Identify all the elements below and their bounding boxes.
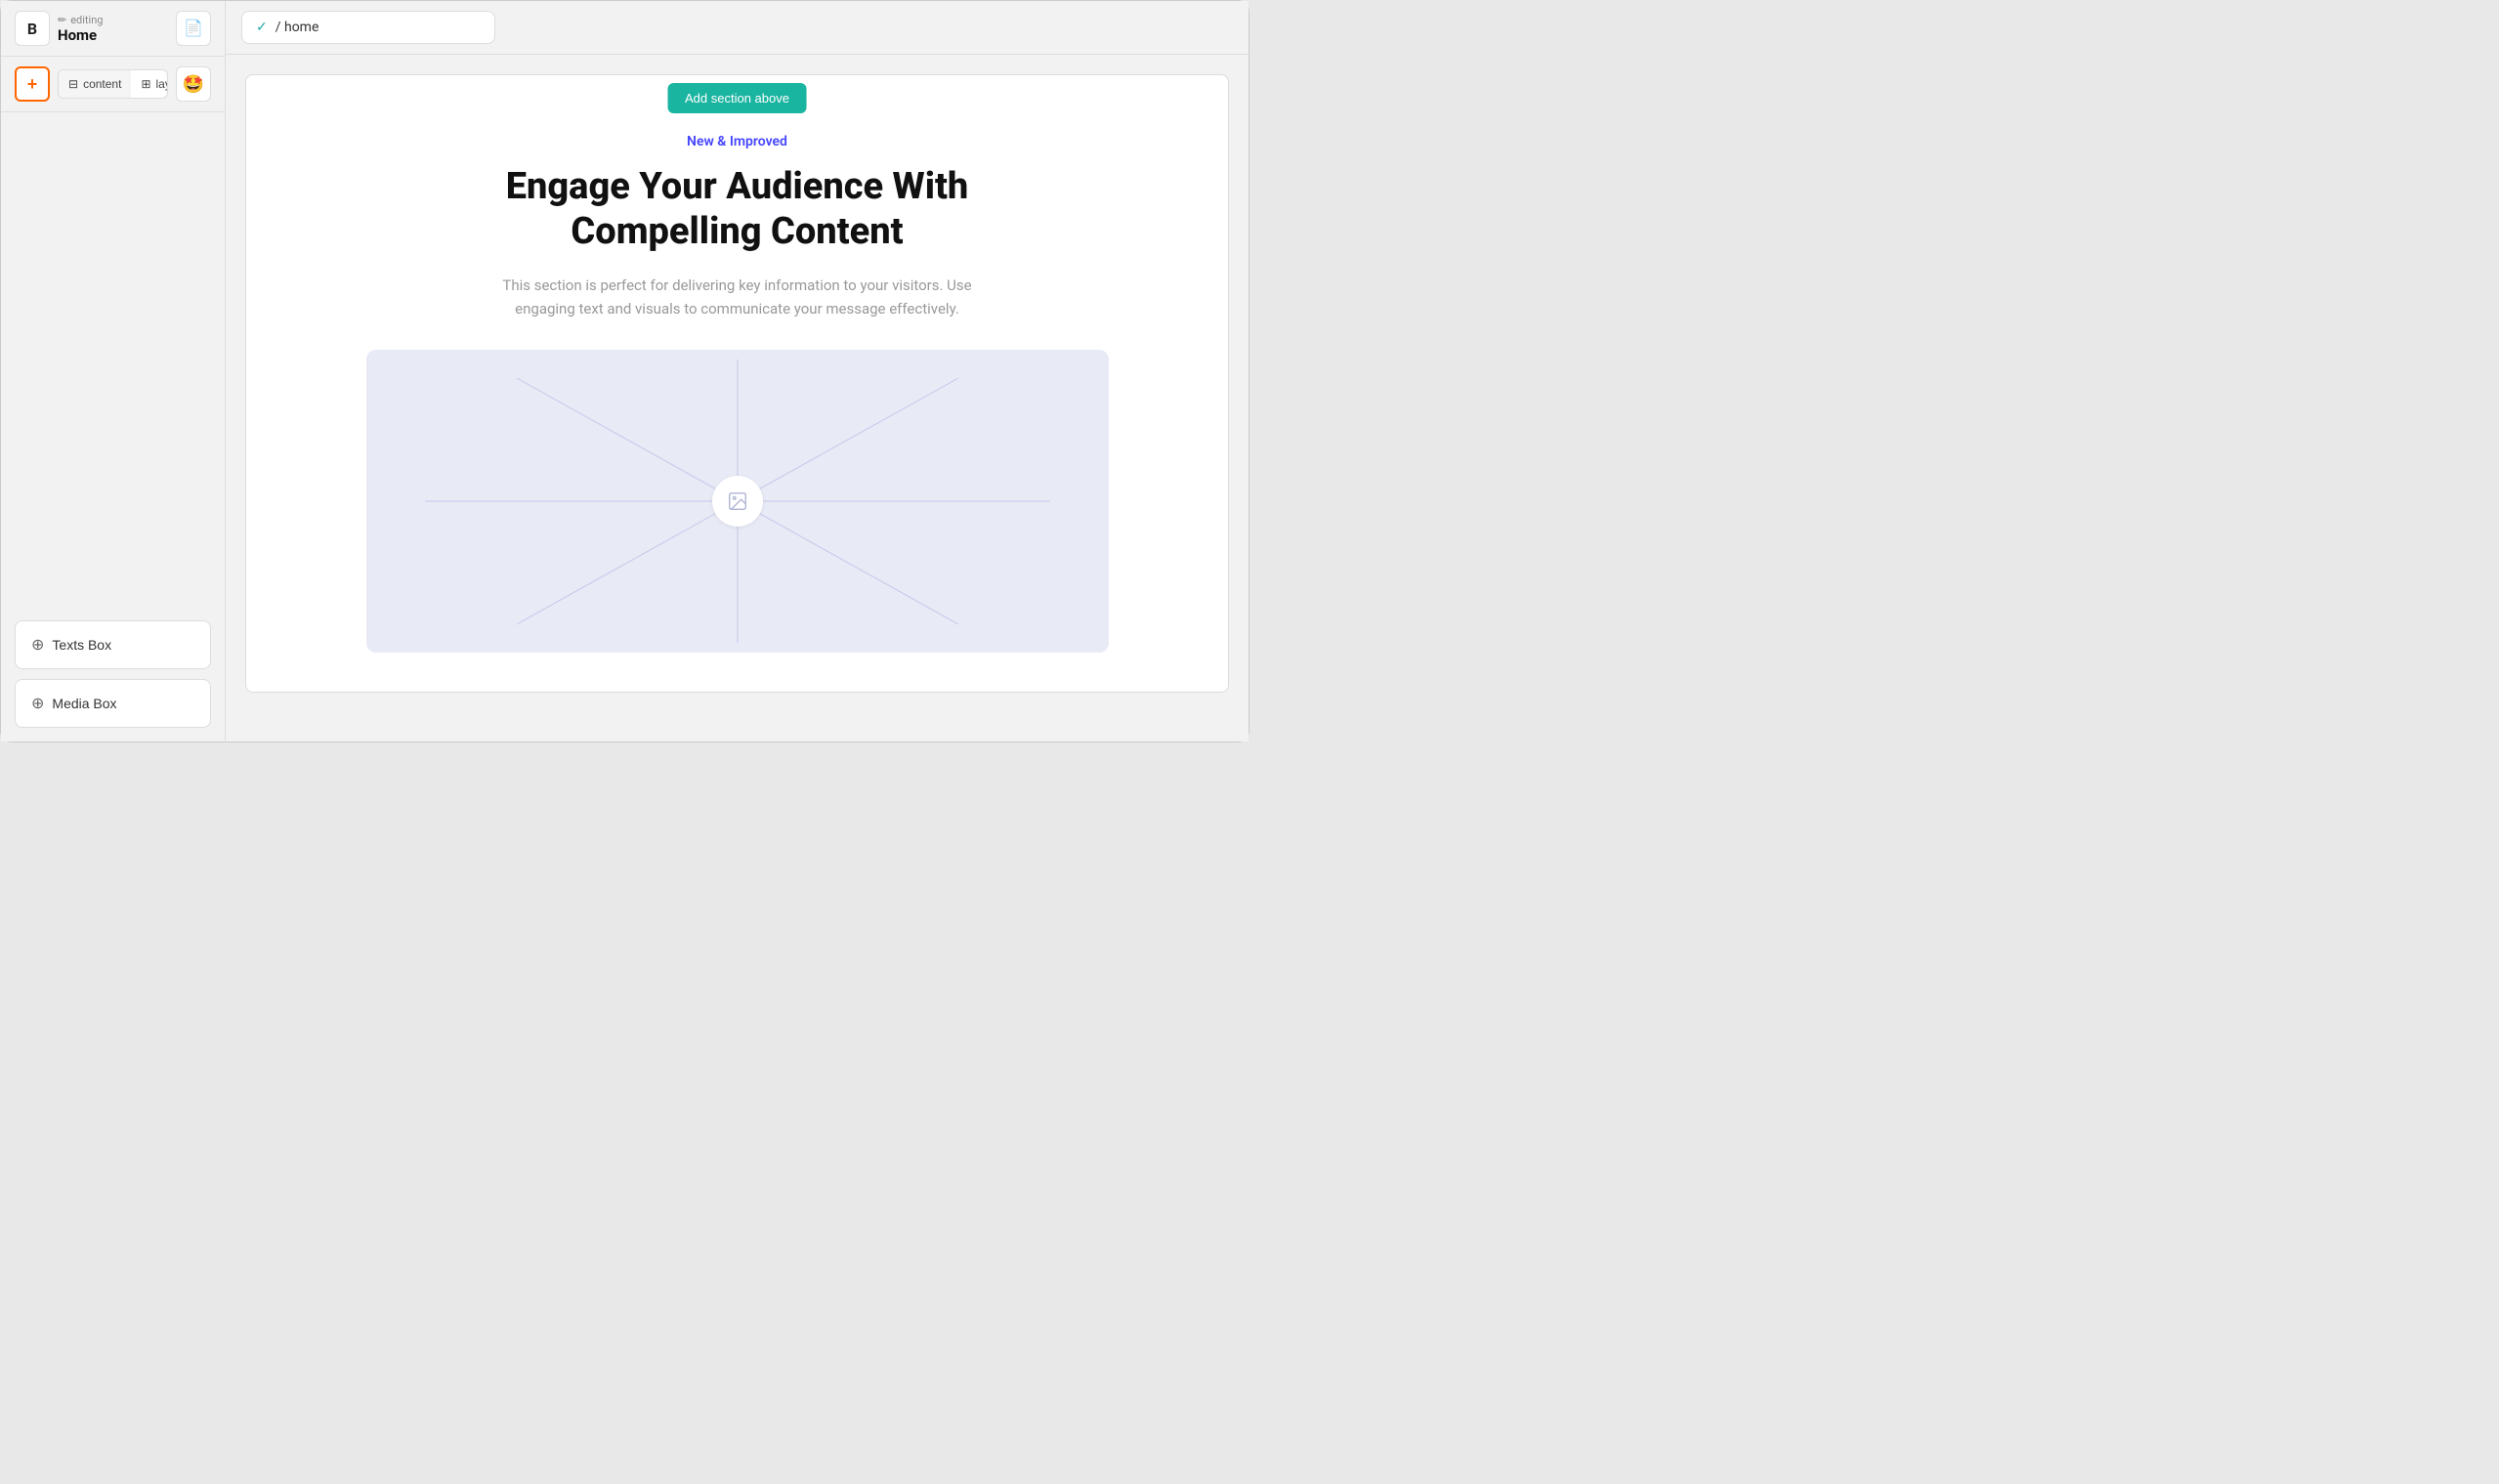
brand-letter: B <box>27 20 37 38</box>
editing-info: ✏ editing Home <box>58 14 103 44</box>
left-content-area <box>1 112 225 607</box>
left-panel: B ✏ editing Home 📄 + ⊟ content <box>1 1 226 742</box>
layout-tab-label: layout <box>156 77 169 91</box>
plus-icon: + <box>27 74 38 95</box>
canvas-frame: Add section above New & Improved Engage … <box>245 74 1229 693</box>
pencil-icon: ✏ <box>58 14 66 26</box>
url-bar: ✓ / home <box>241 11 495 44</box>
image-icon <box>727 490 748 512</box>
brand-box: B <box>15 11 50 46</box>
layout-tab-icon: ⊞ <box>141 77 150 91</box>
main-area: ✓ / home Add section above New & Improve… <box>226 1 1249 742</box>
hero-desc: This section is perfect for delivering k… <box>484 274 992 320</box>
hero-title: Engage Your Audience With Compelling Con… <box>464 165 1011 254</box>
check-icon: ✓ <box>256 20 268 35</box>
left-header: B ✏ editing Home 📄 <box>1 1 225 57</box>
avatar-button[interactable]: 🤩 <box>176 66 211 102</box>
tab-layout[interactable]: ⊞ layout <box>131 70 168 98</box>
avatar-icon: 🤩 <box>183 74 204 95</box>
url-text: / home <box>275 20 319 35</box>
doc-button[interactable]: 📄 <box>176 11 211 46</box>
texts-box-button[interactable]: ⊕ Texts Box <box>15 620 211 669</box>
media-box-button[interactable]: ⊕ Media Box <box>15 679 211 728</box>
texts-plus-icon: ⊕ <box>31 635 44 655</box>
texts-box-label: Texts Box <box>52 637 111 653</box>
media-box-label: Media Box <box>52 696 116 711</box>
editing-label: ✏ editing <box>58 14 103 26</box>
canvas-area[interactable]: Add section above New & Improved Engage … <box>226 55 1249 742</box>
content-tab-label: content <box>83 77 121 91</box>
new-improved-label: New & Improved <box>687 134 787 149</box>
tab-content[interactable]: ⊟ content <box>59 70 131 98</box>
page-title: Home <box>58 26 103 44</box>
add-button[interactable]: + <box>15 66 50 102</box>
media-plus-icon: ⊕ <box>31 694 44 713</box>
brand-section: B ✏ editing Home <box>15 11 103 46</box>
image-icon-center <box>712 476 763 527</box>
add-section-label: Add section above <box>685 91 789 106</box>
add-section-button[interactable]: Add section above <box>667 83 807 113</box>
doc-icon: 📄 <box>184 19 203 38</box>
image-placeholder <box>366 350 1109 653</box>
left-toolbar: + ⊟ content ⊞ layout 🤩 <box>1 57 225 112</box>
content-layout-tabs: ⊟ content ⊞ layout <box>58 69 168 99</box>
add-section-bar: Add section above <box>667 83 807 113</box>
content-section: New & Improved Engage Your Audience With… <box>246 75 1228 692</box>
main-header: ✓ / home <box>226 1 1249 55</box>
content-tab-icon: ⊟ <box>68 77 78 91</box>
left-bottom: ⊕ Texts Box ⊕ Media Box <box>1 607 225 742</box>
